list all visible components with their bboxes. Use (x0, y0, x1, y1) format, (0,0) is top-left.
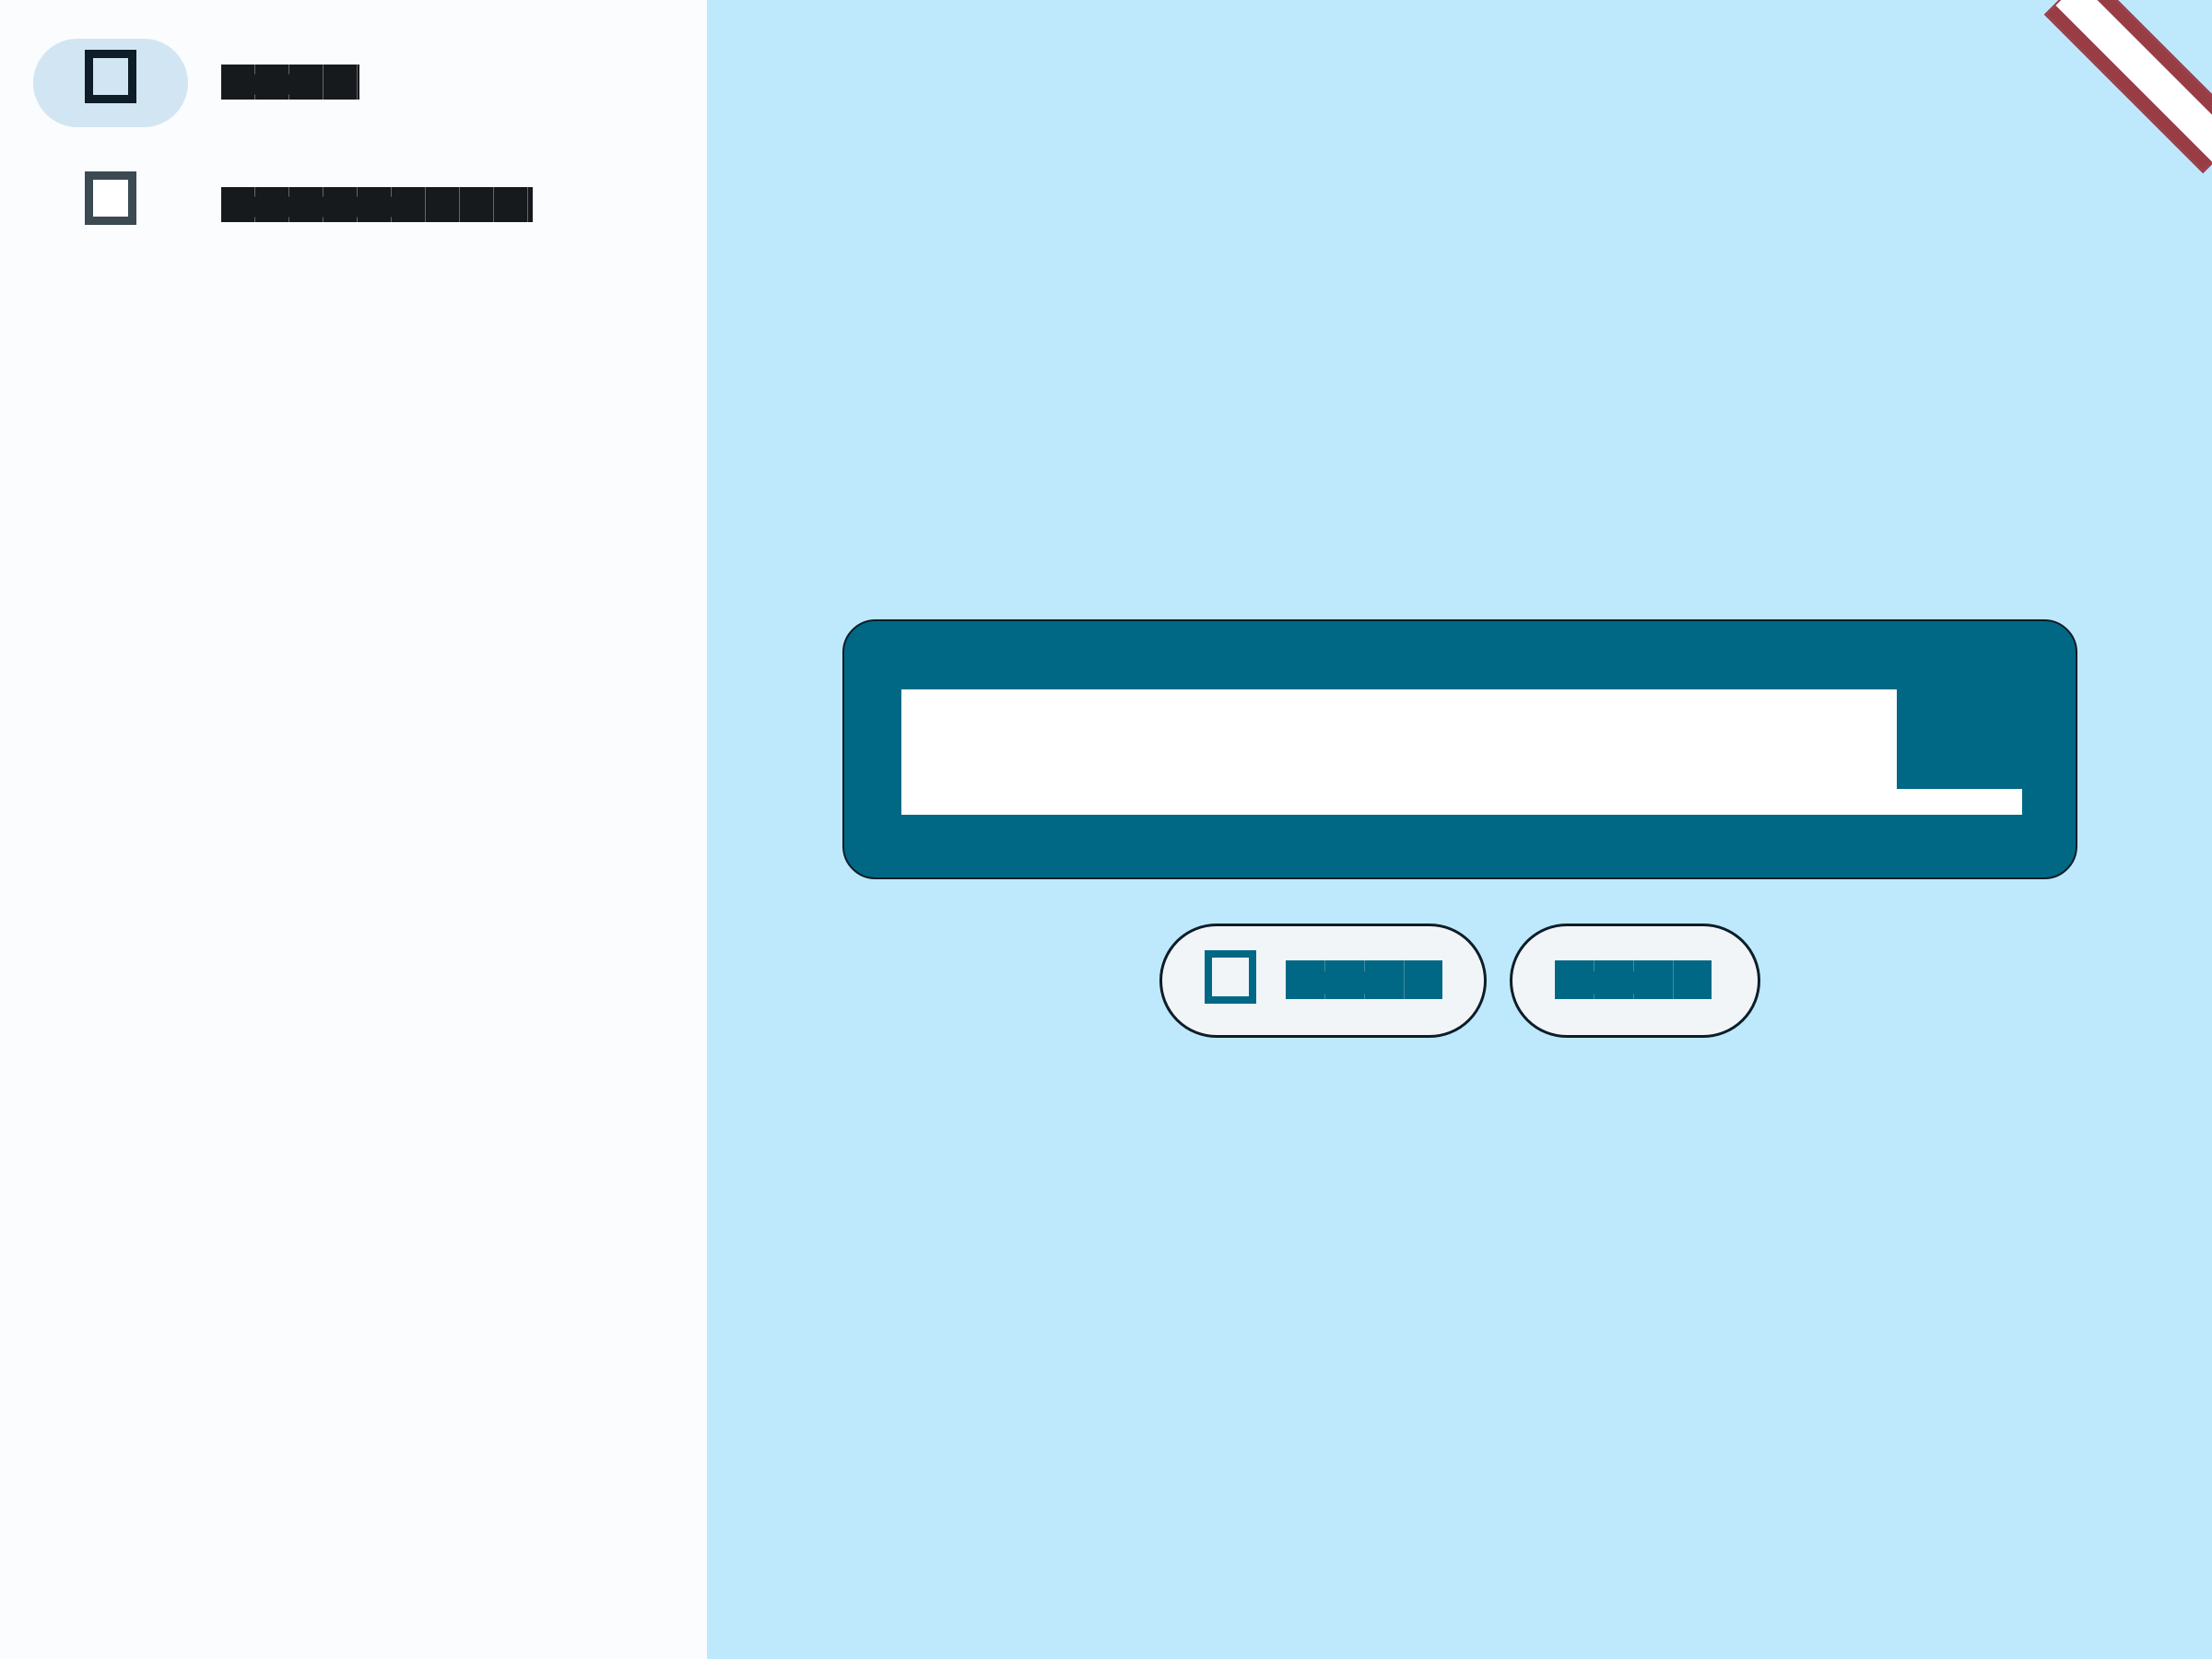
secondary-button[interactable]: ■■■■ (1510, 924, 1760, 1038)
square-icon (85, 50, 136, 103)
sidebar-item-label: ■■■■■■■■■ (221, 187, 533, 222)
sidebar-item-2[interactable]: ■■■■■■■■■ (33, 160, 533, 249)
sidebar-item-1[interactable]: ■■■■ (33, 39, 359, 127)
active-pill (33, 39, 188, 127)
input-card (842, 619, 2077, 879)
sidebar-item-label: ■■■■ (221, 65, 359, 100)
sidebar: ■■■■ ■■■■■■■■■ (0, 0, 707, 1659)
text-input[interactable] (901, 689, 1897, 815)
square-icon (85, 171, 136, 225)
corner-ribbon (2028, 0, 2212, 184)
text-input-tail (1897, 789, 2022, 815)
square-icon (1205, 950, 1256, 1004)
nav-pill (33, 160, 188, 249)
primary-button-label: ■■■■ (1286, 960, 1442, 999)
primary-button[interactable]: ■■■■ (1159, 924, 1487, 1038)
ribbon-icon (2044, 0, 2212, 178)
secondary-button-label: ■■■■ (1555, 960, 1712, 999)
app-window: { "sidebar": { "items": [ { "label": "\u… (0, 0, 2212, 1659)
